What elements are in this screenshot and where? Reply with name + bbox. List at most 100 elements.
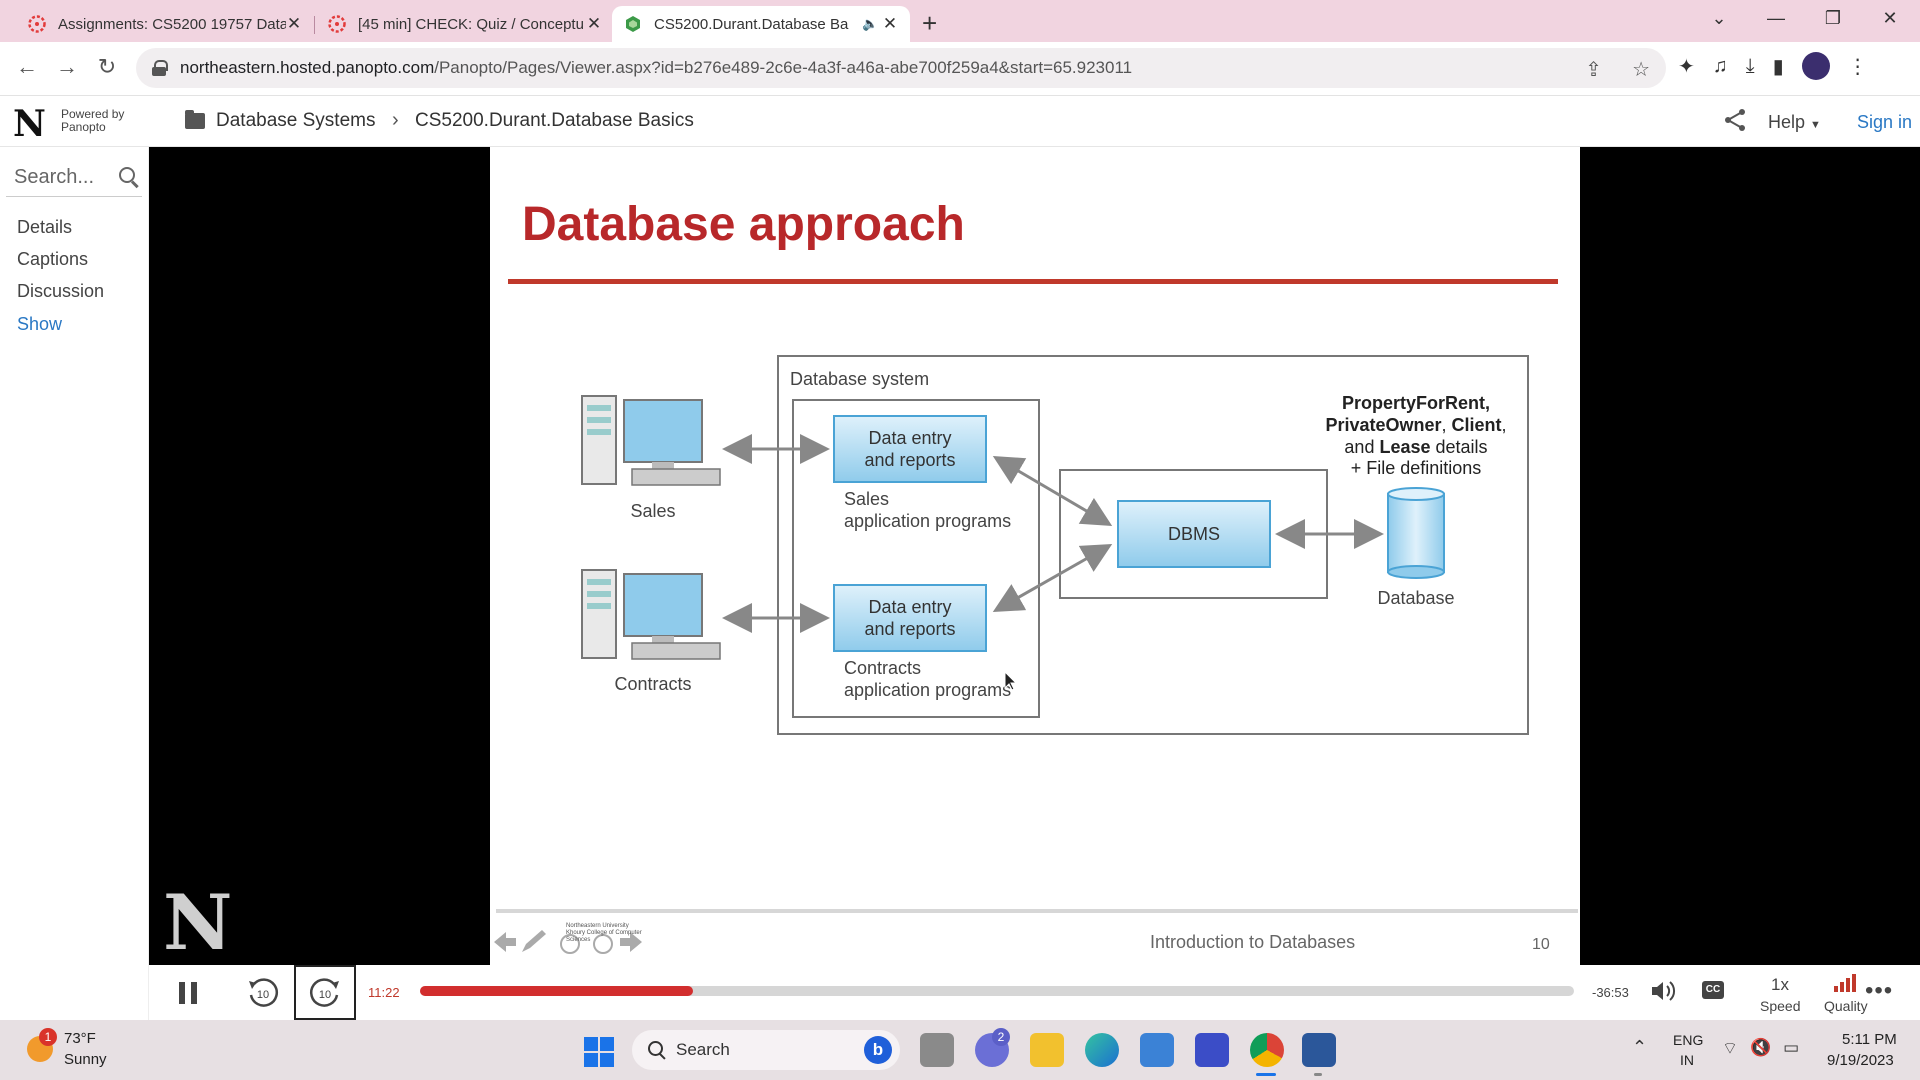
northeastern-watermark-logo: N [163,878,233,967]
volume-button[interactable] [1649,978,1677,1011]
tab-quiz[interactable]: [45 min] CHECK: Quiz / Conceptu ✕ [316,6,614,42]
tab-search-chevron-icon[interactable]: ⌄ [1699,8,1739,29]
file-explorer-icon[interactable] [1030,1033,1064,1067]
taskbar-search-label: Search [676,1040,730,1059]
search-icon[interactable] [118,166,140,188]
rewind-icon: 10 [249,978,279,1007]
presentation-slide: Database approach Database system Sales … [490,147,1580,965]
weather-notification-badge: 1 [39,1028,57,1046]
more-options-icon[interactable]: ••• [1865,977,1893,1005]
bookmark-star-icon[interactable]: ☆ [1632,57,1650,82]
side-panel-icon[interactable]: ▮ [1773,54,1784,79]
word-icon[interactable] [1302,1033,1336,1067]
tab-assignments[interactable]: Assignments: CS5200 19757 Data ✕ [16,6,314,42]
edge-browser-icon[interactable] [1085,1033,1119,1067]
search-icon [648,1041,666,1059]
search-input[interactable] [14,165,110,189]
progress-bar[interactable] [420,986,1574,996]
close-tab-icon[interactable]: ✕ [286,14,302,34]
browser-menu-icon[interactable]: ⋮ [1848,54,1868,79]
restore-button[interactable]: ❐ [1813,8,1853,29]
current-time: 11:22 [368,985,400,1000]
contracts-box-line1: Data entry [868,597,951,617]
vpn-app-icon[interactable] [1195,1033,1229,1067]
show-hidden-icons-chevron-icon[interactable]: ⌃ [1632,1037,1647,1058]
language-indicator[interactable]: ENG [1673,1032,1703,1048]
contracts-programs-line2: application programs [844,680,1011,700]
dbms-label: DBMS [1168,524,1220,544]
address-bar[interactable]: northeastern.hosted.panopto.com/Panopto/… [136,48,1666,88]
weather-temperature[interactable]: 73°F [64,1030,96,1047]
speed-value[interactable]: 1x [1760,975,1800,995]
sidebar-show-link[interactable]: Show [17,314,62,335]
minimize-button[interactable]: — [1756,8,1796,29]
windows-start-button[interactable] [584,1037,614,1067]
details-line3: and Lease details [1344,437,1487,457]
northeastern-logo[interactable]: N [13,103,46,145]
sidebar-search [14,160,144,194]
forward-button[interactable]: → [52,54,82,80]
previous-slide-icon [494,932,516,952]
fast-forward-icon: 10 [309,978,339,1007]
contracts-workstation-icon [581,569,721,660]
lock-icon[interactable] [152,60,168,76]
quality-icon[interactable] [1834,974,1858,992]
media-control-icon[interactable]: ♫ [1713,55,1728,78]
breadcrumb-session: CS5200.Durant.Database Basics [415,110,694,131]
share-page-icon[interactable]: ⇪ [1585,57,1602,82]
forward-10-button[interactable]: 10 [307,975,343,1011]
speed-label: Speed [1760,998,1801,1014]
database-cylinder-icon [1387,487,1445,579]
back-button[interactable]: ← [12,54,42,80]
share-icon[interactable] [1722,107,1748,140]
close-window-button[interactable]: ✕ [1870,8,1910,29]
tab-panopto[interactable]: CS5200.Durant.Database Ba 🔈 ✕ [612,6,910,42]
breadcrumb-folder[interactable]: Database Systems [216,110,375,132]
browser-toolbar: ← → ↻ northeastern.hosted.panopto.com/Pa… [0,42,1920,96]
captions-button[interactable]: CC [1702,981,1724,999]
taskbar-clock-date[interactable]: 9/19/2023 [1827,1052,1894,1069]
reload-button[interactable]: ↻ [92,54,122,80]
sidebar-item-captions[interactable]: Captions [17,249,88,270]
help-menu[interactable]: Help ▼ [1768,112,1821,133]
battery-icon[interactable]: ▭ [1783,1038,1799,1059]
taskbar-search-box[interactable]: Search b [632,1030,900,1070]
canvas-icon [28,15,46,33]
close-tab-icon[interactable]: ✕ [882,14,898,34]
microsoft-store-icon[interactable] [1140,1033,1174,1067]
extensions-puzzle-icon[interactable]: ✦ [1678,54,1695,79]
rewind-10-button[interactable]: 10 [245,975,281,1011]
bing-icon[interactable]: b [864,1036,892,1064]
task-view-icon[interactable] [920,1033,954,1067]
quality-label: Quality [1824,998,1868,1014]
sales-box-line2: and reports [864,450,955,470]
sidebar-item-discussion[interactable]: Discussion [17,281,104,302]
chrome-icon[interactable] [1250,1033,1284,1067]
university-footer-logo: Northeastern University Khoury College o… [566,923,642,943]
volume-muted-icon[interactable]: 🔇 [1750,1038,1771,1059]
tab-title: Assignments: CS5200 19757 Data [58,15,286,33]
close-tab-icon[interactable]: ✕ [586,14,602,34]
sales-label: Sales [630,501,675,521]
taskbar-clock-time[interactable]: 5:11 PM [1842,1031,1897,1048]
remaining-time: -36:53 [1592,985,1629,1000]
new-tab-button[interactable]: + [922,8,937,39]
weather-condition[interactable]: Sunny [64,1051,107,1068]
sidebar-item-details[interactable]: Details [17,217,72,238]
tab-title: CS5200.Durant.Database Ba [654,15,849,33]
contracts-programs-line1: Contracts [844,658,921,678]
speaker-icon[interactable]: 🔈 [862,16,878,32]
database-approach-diagram: Database system Sales Contracts Data ent… [581,355,1529,735]
database-system-label: Database system [790,369,929,389]
svg-text:10: 10 [319,989,331,1001]
windows-taskbar: 1 73°F Sunny Search b 2 ⌃ ENG IN ⌔ 🔇 ▭ 5… [0,1020,1920,1080]
language-region[interactable]: IN [1680,1052,1694,1068]
panopto-icon [626,16,640,32]
wifi-icon[interactable]: ⌔ [1722,1038,1738,1059]
powered-by-panopto: Powered by Panopto [61,107,125,134]
download-icon[interactable]: ⤓ [1746,55,1755,78]
sign-in-link[interactable]: Sign in [1857,112,1912,133]
pause-button[interactable] [179,982,199,1004]
sales-programs-line2: application programs [844,511,1011,531]
profile-avatar[interactable] [1801,52,1830,80]
